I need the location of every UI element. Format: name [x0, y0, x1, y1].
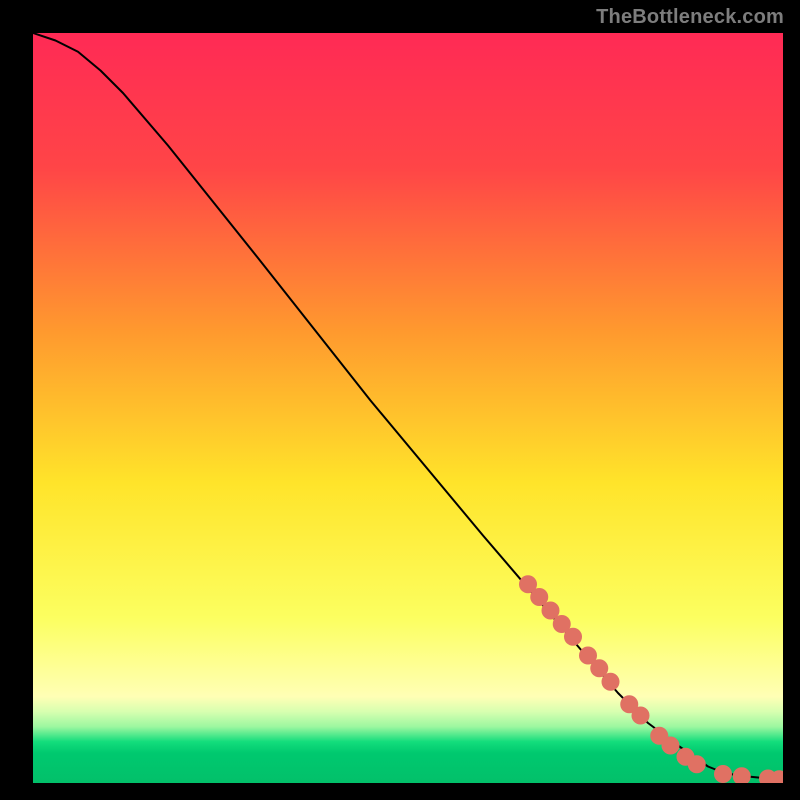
data-point	[564, 628, 582, 646]
gradient-background	[33, 33, 783, 783]
chart-stage: TheBottleneck.com	[0, 0, 800, 800]
data-point	[632, 707, 650, 725]
data-point	[662, 737, 680, 755]
data-point	[714, 765, 732, 783]
data-point	[688, 755, 706, 773]
watermark-text: TheBottleneck.com	[596, 6, 784, 29]
chart-svg	[33, 33, 783, 783]
data-point	[602, 673, 620, 691]
plot-area	[33, 33, 783, 783]
